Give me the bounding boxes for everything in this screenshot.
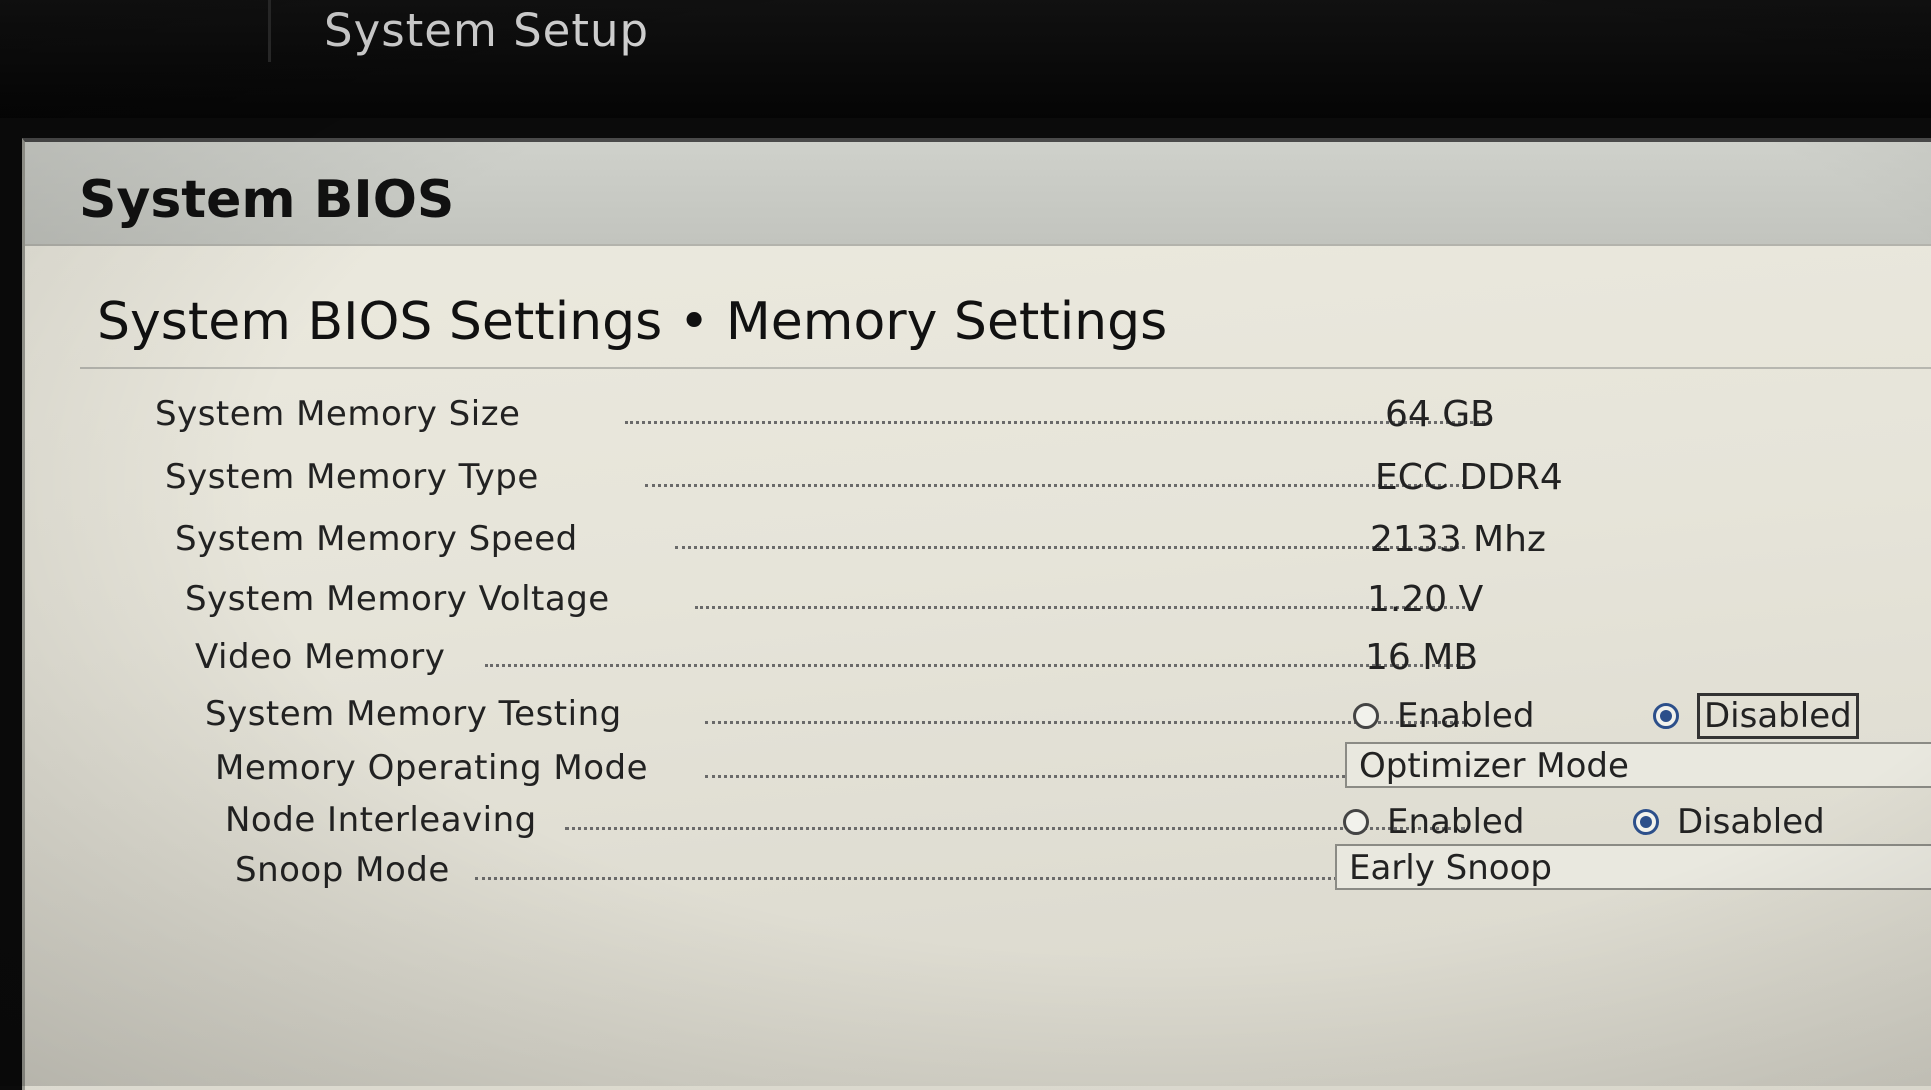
radio-checked-icon — [1633, 809, 1659, 835]
setting-row-snoop-mode: Snoop Mode Early Snoop — [235, 844, 1931, 894]
dotted-leader — [625, 421, 1485, 424]
dotted-leader — [565, 827, 1465, 830]
dotted-leader — [705, 721, 1465, 724]
radio-checked-icon — [1653, 703, 1679, 729]
setting-row-node-interleaving: Node Interleaving Enabled Disabled — [225, 800, 1925, 844]
dotted-leader — [695, 606, 1465, 609]
title-divider — [80, 367, 1931, 369]
setting-value: 16 MB — [1365, 637, 1479, 678]
memory-testing-radio-group: Enabled Disabled — [1353, 693, 1913, 739]
memory-operating-mode-select[interactable]: Optimizer Mode — [1345, 742, 1931, 788]
setting-label: System Memory Voltage — [185, 579, 610, 619]
page-breadcrumb-title: System BIOS Settings • Memory Settings — [97, 292, 1168, 352]
setting-row-system-memory-size: System Memory Size 64 GB — [155, 394, 1855, 438]
setting-value: 1.20 V — [1367, 579, 1484, 620]
setting-label: Memory Operating Mode — [215, 748, 649, 788]
memory-testing-disabled-option[interactable]: Disabled — [1653, 693, 1859, 739]
setting-row-system-memory-testing: System Memory Testing Enabled Disabled — [205, 693, 1925, 739]
setting-row-system-memory-type: System Memory Type ECC DDR4 — [165, 457, 1865, 501]
setting-value: 64 GB — [1385, 394, 1495, 435]
setting-label: Node Interleaving — [225, 800, 537, 840]
setting-label: Video Memory — [195, 637, 446, 677]
radio-label: Enabled — [1397, 696, 1535, 736]
setting-value: 2133 Mhz — [1370, 519, 1546, 560]
top-bar: System Setup — [0, 0, 1931, 118]
node-interleaving-radio-group: Enabled Disabled — [1343, 800, 1903, 844]
radio-unchecked-icon — [1353, 703, 1379, 729]
select-value: Early Snoop — [1349, 848, 1552, 888]
node-interleaving-enabled-option[interactable]: Enabled — [1343, 800, 1524, 844]
top-bar-divider — [268, 0, 271, 62]
setting-label: System Memory Type — [165, 457, 539, 497]
bios-panel: System BIOS System BIOS Settings • Memor… — [22, 138, 1931, 1090]
snoop-mode-select[interactable]: Early Snoop — [1335, 844, 1931, 890]
panel-header: System BIOS — [25, 142, 1931, 246]
memory-testing-enabled-option[interactable]: Enabled — [1353, 694, 1534, 738]
radio-unchecked-icon — [1343, 809, 1369, 835]
dotted-leader — [675, 546, 1465, 549]
setting-label: System Memory Speed — [175, 519, 578, 559]
radio-label: Disabled — [1677, 802, 1825, 842]
setting-row-memory-operating-mode: Memory Operating Mode Optimizer Mode — [215, 742, 1931, 792]
setting-label: System Memory Size — [155, 394, 521, 434]
setting-row-system-memory-speed: System Memory Speed 2133 Mhz — [175, 519, 1875, 563]
system-setup-title: System Setup — [324, 4, 650, 57]
setting-label: Snoop Mode — [235, 850, 450, 890]
setting-row-system-memory-voltage: System Memory Voltage 1.20 V — [185, 579, 1885, 623]
radio-label: Enabled — [1387, 802, 1525, 842]
dotted-leader — [645, 484, 1465, 487]
radio-label: Disabled — [1697, 693, 1859, 739]
node-interleaving-disabled-option[interactable]: Disabled — [1633, 800, 1825, 844]
setting-row-video-memory: Video Memory 16 MB — [195, 637, 1895, 681]
dotted-leader — [475, 877, 1475, 880]
select-value: Optimizer Mode — [1359, 746, 1629, 786]
panel-title: System BIOS — [79, 170, 455, 230]
dotted-leader — [485, 664, 1465, 667]
setting-label: System Memory Testing — [205, 694, 622, 734]
setting-value: ECC DDR4 — [1375, 457, 1563, 498]
